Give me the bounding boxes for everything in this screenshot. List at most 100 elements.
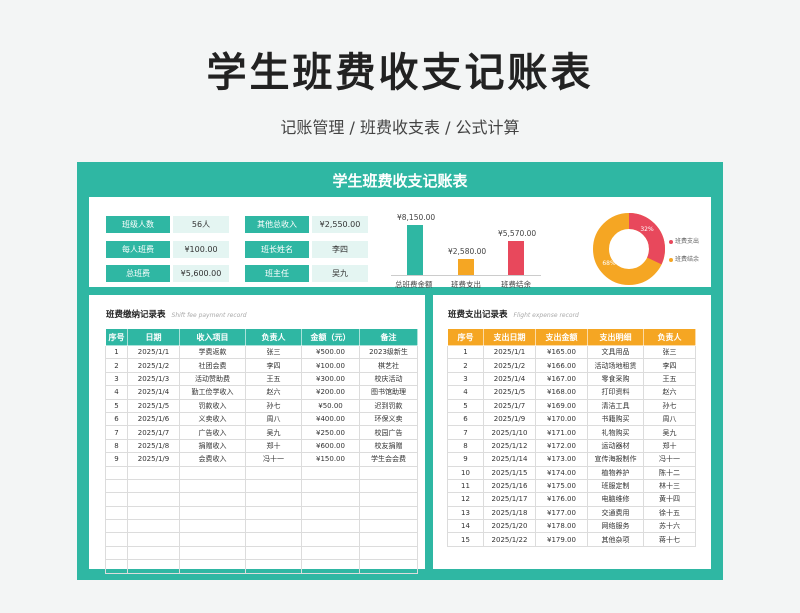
class-size-value[interactable]: 56人 bbox=[173, 216, 229, 233]
income-cell[interactable] bbox=[359, 478, 418, 494]
income-cell[interactable]: 赵六 bbox=[245, 385, 302, 400]
income-cell[interactable] bbox=[245, 532, 302, 547]
expense-cell[interactable]: 蒋十七 bbox=[643, 532, 696, 547]
income-cell[interactable] bbox=[359, 545, 418, 561]
expense-cell[interactable]: 交通费用 bbox=[587, 505, 644, 521]
income-cell[interactable] bbox=[105, 519, 128, 534]
expense-cell[interactable]: 8 bbox=[447, 438, 484, 454]
income-cell[interactable] bbox=[359, 505, 418, 521]
expense-cell[interactable]: 7 bbox=[447, 425, 484, 440]
income-cell[interactable]: 2025/1/5 bbox=[127, 398, 180, 413]
income-cell[interactable] bbox=[105, 545, 128, 561]
income-cell[interactable]: ¥50.00 bbox=[301, 398, 360, 413]
income-cell[interactable] bbox=[127, 519, 180, 534]
expense-cell[interactable]: ¥176.00 bbox=[535, 492, 588, 507]
income-cell[interactable]: 社团会费 bbox=[179, 358, 246, 373]
income-cell[interactable] bbox=[127, 545, 180, 561]
income-cell[interactable]: ¥200.00 bbox=[301, 385, 360, 400]
expense-cell[interactable]: 冯十一 bbox=[643, 452, 696, 467]
expense-cell[interactable]: ¥172.00 bbox=[535, 438, 588, 454]
income-cell[interactable]: 义卖收入 bbox=[179, 411, 246, 427]
income-cell[interactable]: 5 bbox=[105, 398, 128, 413]
income-cell[interactable]: ¥500.00 bbox=[301, 344, 360, 360]
income-cell[interactable]: 校园广告 bbox=[359, 425, 418, 440]
expense-cell[interactable]: 2025/1/14 bbox=[483, 452, 536, 467]
income-cell[interactable] bbox=[179, 559, 246, 574]
income-cell[interactable]: 捐赠收入 bbox=[179, 438, 246, 454]
expense-cell[interactable]: 2 bbox=[447, 358, 484, 373]
income-cell[interactable]: 吴九 bbox=[245, 425, 302, 440]
expense-cell[interactable]: 2025/1/18 bbox=[483, 505, 536, 521]
expense-cell[interactable]: 其他杂项 bbox=[587, 532, 644, 547]
income-cell[interactable]: 活动赞助费 bbox=[179, 371, 246, 387]
income-cell[interactable]: 2 bbox=[105, 358, 128, 373]
income-cell[interactable]: 李四 bbox=[245, 358, 302, 373]
total-fee-value[interactable]: ¥5,600.00 bbox=[173, 265, 229, 282]
income-cell[interactable]: ¥300.00 bbox=[301, 371, 360, 387]
income-cell[interactable]: 张三 bbox=[245, 344, 302, 360]
expense-cell[interactable]: 礼物购买 bbox=[587, 425, 644, 440]
expense-cell[interactable]: ¥179.00 bbox=[535, 532, 588, 547]
income-cell[interactable] bbox=[179, 465, 246, 480]
expense-cell[interactable]: ¥178.00 bbox=[535, 519, 588, 534]
expense-cell[interactable]: 清洁工具 bbox=[587, 398, 644, 413]
income-cell[interactable]: 冯十一 bbox=[245, 452, 302, 467]
expense-cell[interactable]: 2025/1/20 bbox=[483, 519, 536, 534]
expense-cell[interactable]: 4 bbox=[447, 385, 484, 400]
expense-cell[interactable]: 班服定制 bbox=[587, 478, 644, 494]
income-cell[interactable] bbox=[301, 519, 360, 534]
expense-cell[interactable]: 吴九 bbox=[643, 425, 696, 440]
income-cell[interactable] bbox=[127, 465, 180, 480]
income-cell[interactable] bbox=[127, 532, 180, 547]
expense-cell[interactable]: 活动场地租赁 bbox=[587, 358, 644, 373]
expense-cell[interactable]: 9 bbox=[447, 452, 484, 467]
income-cell[interactable] bbox=[105, 559, 128, 574]
expense-cell[interactable]: 2025/1/10 bbox=[483, 425, 536, 440]
income-cell[interactable]: ¥150.00 bbox=[301, 452, 360, 467]
income-cell[interactable] bbox=[105, 478, 128, 494]
expense-cell[interactable]: 2025/1/5 bbox=[483, 385, 536, 400]
expense-cell[interactable]: 徐十五 bbox=[643, 505, 696, 521]
income-cell[interactable] bbox=[301, 465, 360, 480]
expense-cell[interactable]: 2025/1/7 bbox=[483, 398, 536, 413]
income-cell[interactable] bbox=[179, 519, 246, 534]
income-cell[interactable] bbox=[245, 559, 302, 574]
income-cell[interactable]: 校友捐赠 bbox=[359, 438, 418, 454]
income-cell[interactable]: 图书馆助理 bbox=[359, 385, 418, 400]
expense-cell[interactable]: 书籍购买 bbox=[587, 411, 644, 427]
income-cell[interactable] bbox=[245, 545, 302, 561]
income-cell[interactable] bbox=[179, 532, 246, 547]
income-cell[interactable] bbox=[359, 559, 418, 574]
expense-cell[interactable]: 2025/1/16 bbox=[483, 478, 536, 494]
other-income-value[interactable]: ¥2,550.00 bbox=[312, 216, 368, 233]
income-cell[interactable] bbox=[359, 492, 418, 507]
income-cell[interactable]: 迟到罚款 bbox=[359, 398, 418, 413]
expense-cell[interactable]: 10 bbox=[447, 465, 484, 480]
expense-cell[interactable]: 张三 bbox=[643, 344, 696, 360]
expense-cell[interactable]: 电脑维修 bbox=[587, 492, 644, 507]
expense-cell[interactable]: ¥168.00 bbox=[535, 385, 588, 400]
income-cell[interactable]: 2025/1/4 bbox=[127, 385, 180, 400]
income-cell[interactable]: 2025/1/1 bbox=[127, 344, 180, 360]
income-cell[interactable]: 2023级新生 bbox=[359, 344, 418, 360]
income-cell[interactable]: 孙七 bbox=[245, 398, 302, 413]
income-cell[interactable] bbox=[301, 505, 360, 521]
expense-cell[interactable]: 林十三 bbox=[643, 478, 696, 494]
income-cell[interactable] bbox=[179, 505, 246, 521]
expense-cell[interactable]: ¥170.00 bbox=[535, 411, 588, 427]
income-cell[interactable]: 3 bbox=[105, 371, 128, 387]
income-cell[interactable] bbox=[127, 492, 180, 507]
income-cell[interactable]: 郑十 bbox=[245, 438, 302, 454]
expense-cell[interactable]: ¥167.00 bbox=[535, 371, 588, 387]
expense-cell[interactable]: ¥169.00 bbox=[535, 398, 588, 413]
income-cell[interactable]: 棋艺社 bbox=[359, 358, 418, 373]
expense-cell[interactable]: 打印资料 bbox=[587, 385, 644, 400]
income-cell[interactable]: 学生会会费 bbox=[359, 452, 418, 467]
expense-cell[interactable]: 李四 bbox=[643, 358, 696, 373]
income-cell[interactable] bbox=[105, 505, 128, 521]
expense-cell[interactable]: 2025/1/12 bbox=[483, 438, 536, 454]
income-cell[interactable]: 2025/1/6 bbox=[127, 411, 180, 427]
income-cell[interactable]: 王五 bbox=[245, 371, 302, 387]
expense-cell[interactable]: 2025/1/4 bbox=[483, 371, 536, 387]
expense-cell[interactable]: 2025/1/15 bbox=[483, 465, 536, 480]
